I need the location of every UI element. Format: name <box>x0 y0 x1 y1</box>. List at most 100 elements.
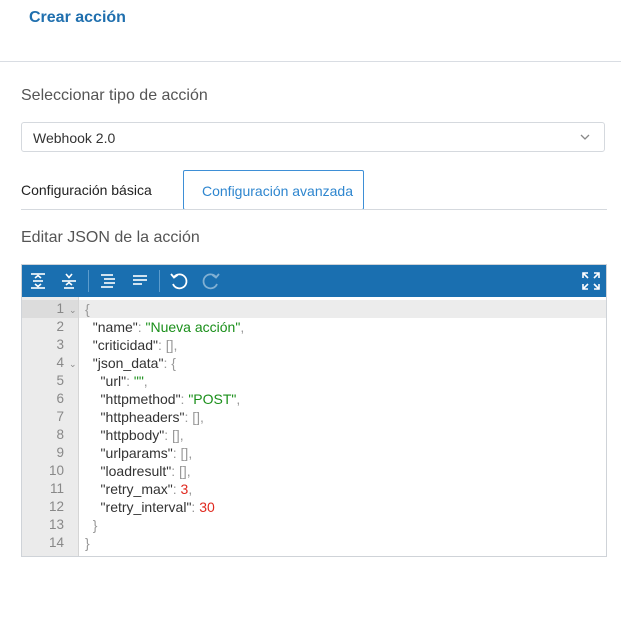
code-text: "httpbody": [], <box>85 426 184 444</box>
code-token: { <box>85 301 90 317</box>
code-token: : <box>171 463 179 479</box>
code-token: , <box>173 337 178 353</box>
code-token: "retry_max" <box>85 481 173 497</box>
line-number: 14 <box>48 535 64 550</box>
code-text: "httpheaders": [], <box>85 408 204 426</box>
code-token: [] <box>165 337 174 353</box>
code-line[interactable]: 13 } <box>22 516 606 534</box>
fullscreen-icon[interactable] <box>579 269 603 293</box>
code-token: , <box>186 463 191 479</box>
tab-basic-config[interactable]: Configuración básica <box>21 182 152 198</box>
code-line[interactable]: 8 "httpbody": [], <box>22 426 606 444</box>
code-line[interactable]: 11 "retry_max": 3, <box>22 480 606 498</box>
code-line[interactable]: 6 "httpmethod": "POST", <box>22 390 606 408</box>
toolbar-separator <box>88 270 89 292</box>
code-token: , <box>200 409 204 425</box>
code-token: "httpmethod" <box>85 391 181 407</box>
line-number: 9 <box>56 445 64 460</box>
line-number: 7 <box>56 409 64 424</box>
code-token: "" <box>133 373 144 389</box>
code-line[interactable]: 10 "loadresult": [], <box>22 462 606 480</box>
code-token: , <box>179 427 184 443</box>
code-token: : <box>164 427 172 443</box>
line-number: 4 <box>56 355 64 370</box>
code-line[interactable]: 4 ⌄ "json_data": { <box>22 354 606 372</box>
code-token: : <box>137 319 146 335</box>
code-text: "urlparams": [], <box>85 444 193 462</box>
line-number: 1 <box>56 301 64 316</box>
line-number: 3 <box>56 337 64 352</box>
line-number: 6 <box>56 391 64 406</box>
code-token: : <box>157 337 166 353</box>
fold-toggle-icon[interactable]: ⌄ <box>69 355 77 373</box>
code-token: } <box>85 517 98 533</box>
code-text: "url": "", <box>85 372 148 390</box>
code-text: "retry_max": 3, <box>85 480 193 498</box>
code-text: { <box>85 300 90 318</box>
json-editor-label: Editar JSON de la acción <box>21 229 200 246</box>
line-number: 10 <box>48 463 64 478</box>
expand-all-icon[interactable] <box>26 269 50 293</box>
code-token: : <box>126 373 134 389</box>
code-token: "loadresult" <box>85 463 172 479</box>
code-area[interactable]: 1 ⌄ {2 "name": "Nueva acción", 3 "criticida… <box>22 300 606 552</box>
code-line[interactable]: 14} <box>22 534 606 552</box>
redo-icon[interactable] <box>199 269 223 293</box>
editor-toolbar <box>22 265 606 297</box>
page-title: Crear acción <box>29 9 126 26</box>
chevron-down-icon <box>580 134 590 140</box>
action-type-value: Webhook 2.0 <box>33 130 116 146</box>
code-token: , <box>143 373 148 389</box>
code-text: } <box>85 516 98 534</box>
line-number: 11 <box>49 481 64 496</box>
code-token: "Nueva acción" <box>145 319 241 335</box>
code-token: "url" <box>85 373 127 389</box>
json-editor[interactable]: 1 ⌄ {2 "name": "Nueva acción", 3 "criticida… <box>21 264 607 557</box>
toolbar-separator <box>159 270 160 292</box>
code-token: , <box>188 445 193 461</box>
collapse-all-icon[interactable] <box>57 269 81 293</box>
code-text: } <box>85 534 90 552</box>
code-text: "httpmethod": "POST", <box>85 390 241 408</box>
code-token: [] <box>192 409 201 425</box>
code-text: "criticidad": [], <box>85 336 178 354</box>
code-line[interactable]: 7 "httpheaders": [], <box>22 408 606 426</box>
code-text: "loadresult": [], <box>85 462 191 480</box>
code-token: 30 <box>199 499 215 515</box>
format-icon[interactable] <box>96 269 120 293</box>
code-token: "httpbody" <box>85 427 165 443</box>
code-token: "POST" <box>188 391 237 407</box>
compact-icon[interactable] <box>128 269 152 293</box>
code-token: "httpheaders" <box>85 409 185 425</box>
code-text: "retry_interval": 30 <box>85 498 215 516</box>
action-type-select[interactable]: Webhook 2.0 <box>21 122 605 152</box>
fold-toggle-icon[interactable]: ⌄ <box>69 301 77 319</box>
code-token: : <box>172 445 181 461</box>
code-line[interactable]: 1 ⌄ { <box>22 300 606 318</box>
code-token: "name" <box>85 319 138 335</box>
code-line[interactable]: 3 "criticidad": [], <box>22 336 606 354</box>
code-token: "criticidad" <box>85 337 158 353</box>
code-token: } <box>85 535 90 551</box>
code-token: , <box>236 391 241 407</box>
code-token: [] <box>172 427 180 443</box>
config-tabs: Configuración básica Configuración avanz… <box>21 170 607 210</box>
code-token: , <box>188 481 193 497</box>
header-divider <box>0 61 621 62</box>
code-token: : <box>172 481 181 497</box>
code-token: "retry_interval" <box>85 499 192 515</box>
undo-icon[interactable] <box>167 269 191 293</box>
code-token: [] <box>178 463 187 479</box>
code-line[interactable]: 2 "name": "Nueva acción", <box>22 318 606 336</box>
action-type-label: Seleccionar tipo de acción <box>21 87 208 104</box>
code-line[interactable]: 9 "urlparams": [], <box>22 444 606 462</box>
tab-advanced-config[interactable]: Configuración avanzada <box>183 170 364 210</box>
code-token: "json_data" <box>85 355 164 371</box>
code-line[interactable]: 5 "url": "", <box>22 372 606 390</box>
code-line[interactable]: 12 "retry_interval": 30 <box>22 498 606 516</box>
code-token: "urlparams" <box>85 445 173 461</box>
line-number: 5 <box>56 373 64 388</box>
line-number: 12 <box>48 499 64 514</box>
code-text: "name": "Nueva acción", <box>85 318 244 336</box>
code-text: "json_data": { <box>85 354 176 372</box>
